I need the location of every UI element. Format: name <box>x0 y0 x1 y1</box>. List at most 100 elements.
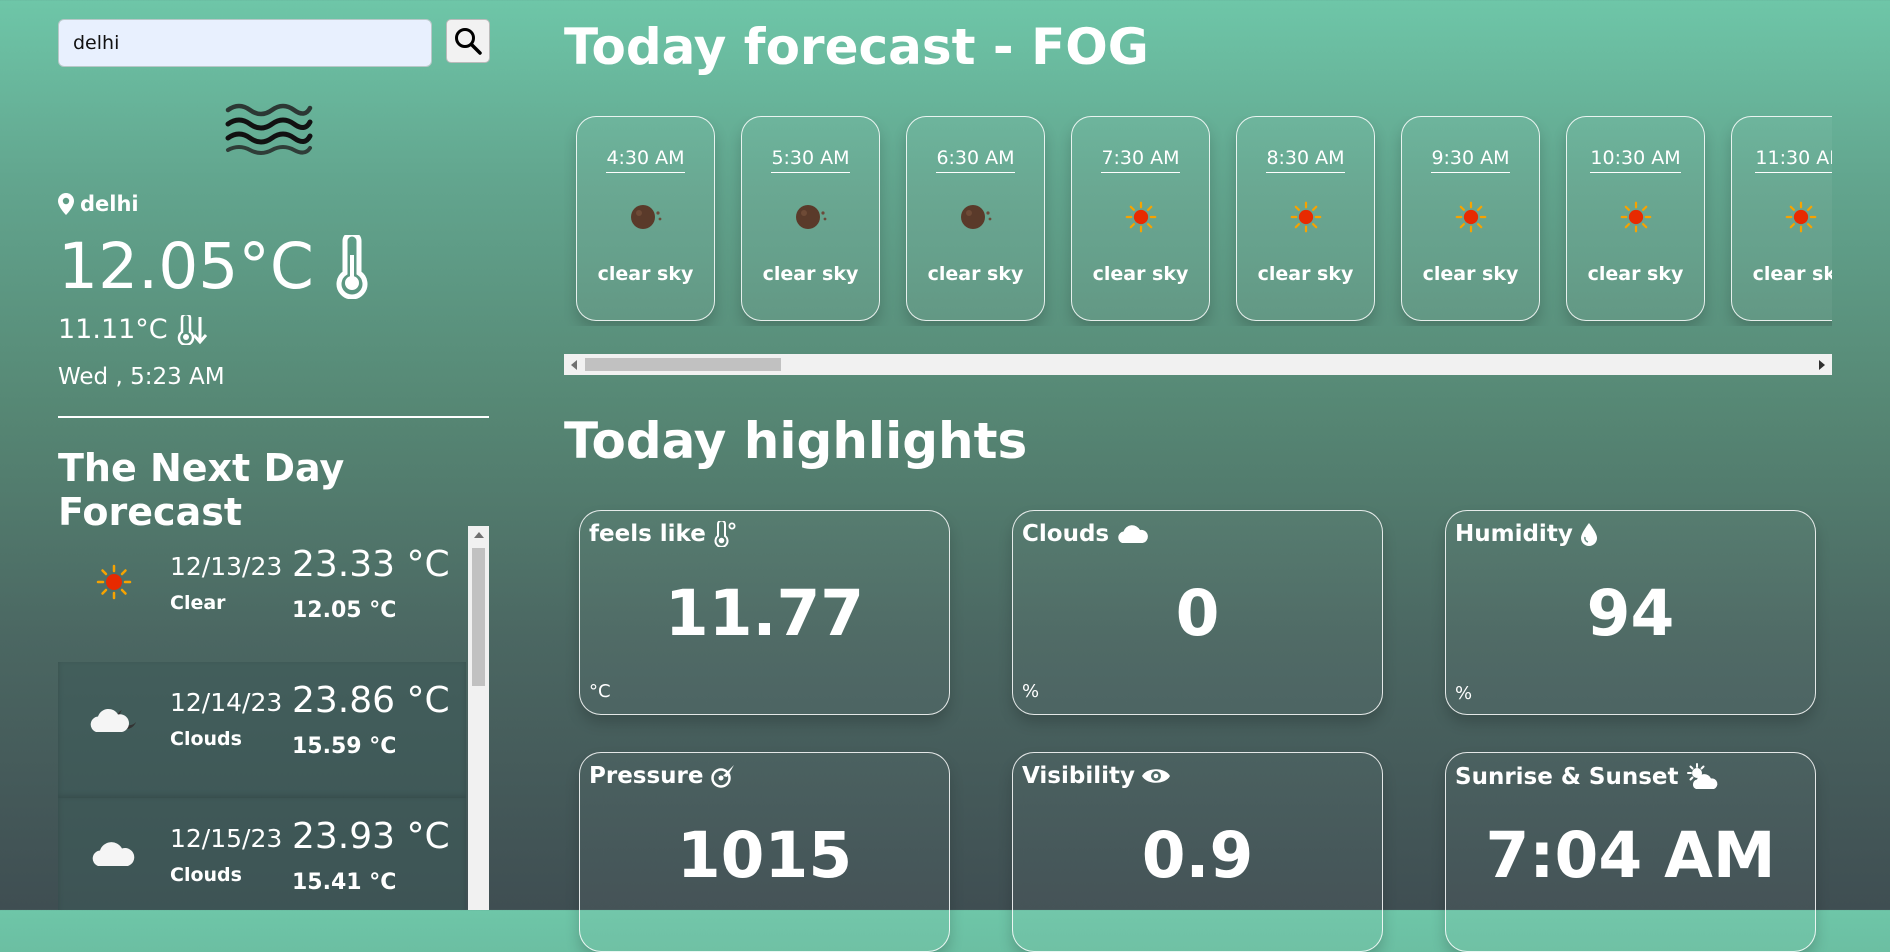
temperature-value: 12.05°C <box>58 230 314 303</box>
min-temperature-value: 11.11°C <box>58 314 168 345</box>
hour-card: 9:30 AM clear sky <box>1401 116 1540 321</box>
highlight-value: 0 <box>1175 577 1220 650</box>
min-temperature: 11.11°C <box>58 314 208 345</box>
forecast-high: 23.33 °C <box>292 544 450 585</box>
highlight-label: Pressure <box>589 763 704 789</box>
highlight-label: Visibility <box>1022 763 1135 789</box>
hour-desc: clear sky <box>1257 263 1354 285</box>
forecast-date: 12/15/23 <box>170 824 283 853</box>
search-icon <box>455 28 482 55</box>
sun-icon <box>84 560 144 604</box>
highlights-title: Today highlights <box>564 412 1028 470</box>
fog-icon <box>225 103 313 155</box>
highlight-card-humidity: Humidity 94 % <box>1445 510 1816 715</box>
forecast-desc: Clouds <box>170 864 242 886</box>
list-item: 12/14/23 Clouds 23.86 °C 15.59 °C <box>58 662 466 798</box>
sun-cloud-icon <box>1686 763 1717 789</box>
scroll-right-icon[interactable] <box>1819 360 1825 370</box>
highlight-card-visibility: Visibility 0.9 <box>1012 752 1383 952</box>
thermometer-icon <box>336 234 368 299</box>
hour-desc: clear sky <box>597 263 694 285</box>
highlight-value: 1015 <box>676 819 853 892</box>
location: delhi <box>58 192 139 216</box>
forecast-desc: Clear <box>170 592 226 614</box>
forecast-low: 15.59 °C <box>292 734 397 759</box>
next-day-list[interactable]: 12/13/23 Clear 23.33 °C 12.05 °C 12/14/2… <box>58 526 489 910</box>
hour-desc: clear sky <box>1752 263 1832 285</box>
sun-icon <box>1732 201 1832 233</box>
moon-icon <box>577 201 714 231</box>
moon-icon <box>907 201 1044 231</box>
hour-card: 8:30 AM clear sky <box>1236 116 1375 321</box>
forecast-low: 12.05 °C <box>292 598 397 623</box>
sun-icon <box>1402 201 1539 233</box>
forecast-high: 23.93 °C <box>292 816 450 857</box>
horizontal-scrollbar[interactable] <box>564 354 1832 375</box>
highlight-unit: % <box>1455 683 1473 704</box>
hour-desc: clear sky <box>927 263 1024 285</box>
current-datetime: Wed , 5:23 AM <box>58 364 225 390</box>
gauge-icon <box>710 765 734 788</box>
hour-desc: clear sky <box>762 263 859 285</box>
cloud-icon <box>84 832 144 876</box>
highlight-card-feels-like: feels like 11.77 °C <box>579 510 950 715</box>
hour-time: 10:30 AM <box>1590 147 1681 173</box>
hour-time: 9:30 AM <box>1431 147 1510 173</box>
main-content: Today forecast - FOG 4:30 AM clear sky 5… <box>564 0 1834 952</box>
current-temperature: 12.05°C <box>58 230 372 303</box>
hour-desc: clear sky <box>1587 263 1684 285</box>
hour-time: 4:30 AM <box>606 147 685 173</box>
cloud-icon <box>1118 525 1148 543</box>
hour-card: 11:30 AM clear sky <box>1731 116 1832 321</box>
search-button[interactable] <box>446 19 490 63</box>
highlight-card-clouds: Clouds 0 % <box>1012 510 1383 715</box>
forecast-date: 12/13/23 <box>170 552 283 581</box>
forecast-desc: Clouds <box>170 728 242 750</box>
highlight-label: Sunrise & Sunset <box>1455 764 1679 790</box>
cloud-moon-icon <box>84 696 144 740</box>
highlight-label: Clouds <box>1022 521 1110 547</box>
highlight-value: 11.77 <box>664 577 865 650</box>
scroll-up-icon[interactable] <box>474 532 484 538</box>
hour-desc: clear sky <box>1422 263 1519 285</box>
hour-time: 8:30 AM <box>1266 147 1345 173</box>
hour-card: 5:30 AM clear sky <box>741 116 880 321</box>
highlight-card-pressure: Pressure 1015 <box>579 752 950 952</box>
sun-icon <box>1237 201 1374 233</box>
scrollbar-thumb[interactable] <box>585 358 781 371</box>
location-name: delhi <box>80 192 139 216</box>
moon-icon <box>742 201 879 231</box>
search-bar <box>58 19 490 67</box>
highlight-unit: °C <box>589 681 611 702</box>
temperature-low-icon <box>177 314 207 345</box>
droplet-icon <box>1580 523 1597 546</box>
hour-card: 6:30 AM clear sky <box>906 116 1045 321</box>
sidebar: delhi 12.05°C 11.11°C Wed , 5:23 AM The … <box>58 0 490 910</box>
hour-time: 7:30 AM <box>1101 147 1180 173</box>
thermometer-icon <box>714 521 736 547</box>
highlight-card-sunrise-sunset: Sunrise & Sunset 7:04 AM <box>1445 752 1816 952</box>
highlight-label: feels like <box>589 521 706 547</box>
forecast-high: 23.86 °C <box>292 680 450 721</box>
list-item: 12/13/23 Clear 23.33 °C 12.05 °C <box>58 526 466 662</box>
vertical-scrollbar[interactable] <box>468 526 489 910</box>
hour-desc: clear sky <box>1092 263 1189 285</box>
scrollbar-thumb[interactable] <box>472 548 485 686</box>
hour-time: 6:30 AM <box>936 147 1015 173</box>
search-input[interactable] <box>58 19 432 67</box>
hour-card: 7:30 AM clear sky <box>1071 116 1210 321</box>
hourly-forecast-strip[interactable]: 4:30 AM clear sky 5:30 AM clear sky 6:30… <box>564 116 1832 326</box>
highlight-value: 0.9 <box>1141 819 1254 892</box>
map-pin-icon <box>58 193 74 215</box>
sun-icon <box>1567 201 1704 233</box>
forecast-low: 15.41 °C <box>292 870 397 895</box>
highlight-unit: % <box>1022 681 1040 702</box>
sun-icon <box>1072 201 1209 233</box>
forecast-date: 12/14/23 <box>170 688 283 717</box>
eye-icon <box>1141 769 1170 783</box>
highlight-value: 7:04 AM <box>1485 819 1776 892</box>
scroll-left-icon[interactable] <box>571 360 577 370</box>
highlight-value: 94 <box>1586 577 1675 650</box>
hour-time: 11:30 AM <box>1755 147 1832 173</box>
today-forecast-title: Today forecast - FOG <box>564 18 1149 76</box>
